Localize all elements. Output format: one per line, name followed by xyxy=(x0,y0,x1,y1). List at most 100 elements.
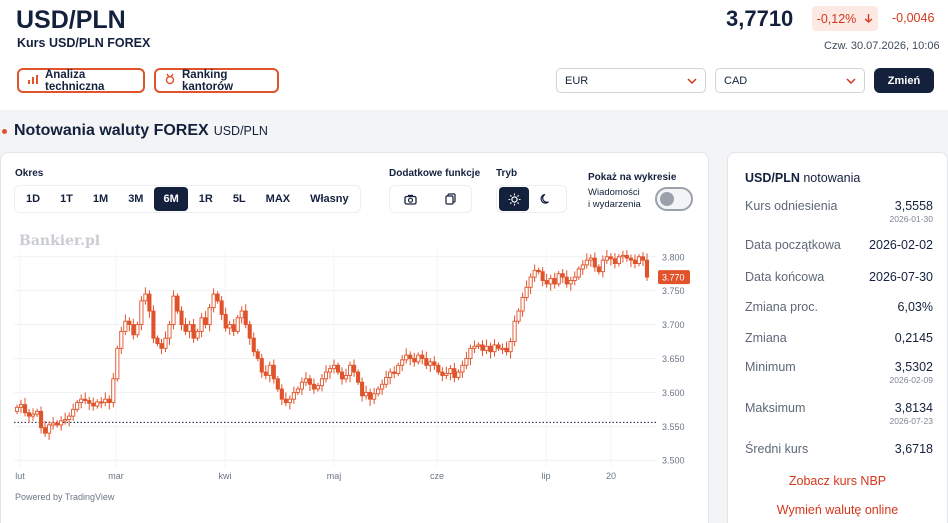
candle-body xyxy=(472,345,477,349)
candle-body xyxy=(18,404,24,408)
section-title: Notowania waluty FOREX USD/PLN xyxy=(0,122,268,140)
candle-body xyxy=(335,364,341,373)
candle-body xyxy=(392,371,397,374)
y-tick-label: 3.550 xyxy=(662,422,685,432)
candle-body xyxy=(432,361,437,366)
candle-body xyxy=(67,415,72,420)
candle-body xyxy=(283,398,288,404)
price-chart[interactable]: 3.800 3.750 3.700 3.650 3.600 3.550 3.500 3.770… xyxy=(0,250,709,482)
candle-body xyxy=(364,391,369,397)
exchange-online-link[interactable]: Wymień walutę online xyxy=(727,503,948,517)
moon-icon[interactable] xyxy=(531,187,561,211)
powered-by-tradingview: Powered by TradingView xyxy=(15,492,115,502)
candle-body xyxy=(564,276,569,285)
summary-value-change-pct: 6,03% xyxy=(897,300,933,314)
candle-body xyxy=(616,256,621,265)
candle-body xyxy=(299,381,304,390)
candle-body xyxy=(612,258,617,265)
summary-title-pair: USD/PLN xyxy=(745,171,800,185)
candle-body xyxy=(644,259,650,278)
camera-icon[interactable] xyxy=(392,187,430,211)
candle-body xyxy=(139,300,144,326)
currency-to-select[interactable]: CAD xyxy=(715,68,865,93)
currency-from-select[interactable]: EUR xyxy=(556,68,706,93)
bullet-dot xyxy=(2,128,7,134)
ranking-icon xyxy=(164,73,176,88)
candle-body xyxy=(484,345,489,351)
period-3m[interactable]: 3M xyxy=(119,187,152,211)
copy-icon[interactable] xyxy=(432,187,470,211)
candle-body xyxy=(159,343,164,349)
candle-body xyxy=(568,280,573,285)
candle-body xyxy=(636,256,642,265)
change-percent-badge: -0,12% xyxy=(812,6,878,31)
period-1m[interactable]: 1M xyxy=(84,187,117,211)
candle-body xyxy=(131,324,136,336)
change-absolute: -0,0046 xyxy=(892,11,935,25)
candle-body xyxy=(59,420,64,426)
summary-label-change-pct: Zmiana proc. xyxy=(745,300,818,314)
currency-from-value: EUR xyxy=(565,74,589,87)
x-tick-label: kwi xyxy=(219,471,232,481)
candle-body xyxy=(584,259,589,266)
summary-value-minimum: 3,5302 xyxy=(894,360,933,374)
news-events-toggle[interactable] xyxy=(655,187,693,211)
candle-body xyxy=(331,364,337,370)
candle-body xyxy=(71,408,76,417)
candle-body xyxy=(608,256,613,260)
candle-body xyxy=(500,347,505,350)
show-on-chart-label: Pokaż na wykresie xyxy=(588,172,677,183)
candle-body xyxy=(632,259,637,265)
exchange-ranking-button[interactable]: Ranking kantorów xyxy=(154,68,279,93)
candle-body xyxy=(163,337,168,349)
candle-body xyxy=(396,364,401,374)
nbp-rate-link[interactable]: Zobacz kurs NBP xyxy=(727,474,948,488)
candle-body xyxy=(452,368,457,378)
candle-body xyxy=(492,344,497,353)
summary-value-start-date: 2026-02-02 xyxy=(869,238,933,252)
candle-body xyxy=(187,324,192,332)
candle-body xyxy=(179,310,184,326)
candle-body xyxy=(588,257,593,261)
candle-body xyxy=(596,266,601,273)
candle-body xyxy=(512,320,517,342)
candle-body xyxy=(79,398,84,404)
sun-icon[interactable] xyxy=(499,187,529,211)
summary-title-suffix: notowania xyxy=(803,171,861,185)
period-1r[interactable]: 1R xyxy=(190,187,222,211)
candle-body xyxy=(279,388,284,400)
summary-date-reference: 2026-01-30 xyxy=(889,214,933,224)
candle-body xyxy=(420,354,425,359)
candle-body xyxy=(348,364,353,376)
change-currency-button[interactable]: Zmień xyxy=(874,68,934,93)
news-label-line2: i wydarzenia xyxy=(588,199,641,210)
candle-body xyxy=(352,364,357,373)
period-custom[interactable]: Własny xyxy=(301,187,358,211)
page-title: USD/PLN xyxy=(16,6,126,34)
candle-body xyxy=(315,385,320,390)
candle-body xyxy=(191,324,196,339)
candle-body xyxy=(323,371,329,380)
candle-body xyxy=(536,269,541,273)
period-5l[interactable]: 5L xyxy=(224,187,255,211)
period-label: Okres xyxy=(15,168,44,179)
quote-datetime: Czw. 30.07.2026, 10:06 xyxy=(824,40,940,52)
currency-to-value: CAD xyxy=(724,74,748,87)
candle-body xyxy=(195,330,200,339)
candle-body xyxy=(368,391,373,400)
candle-body xyxy=(360,381,365,397)
candle-body xyxy=(143,293,148,302)
period-6m[interactable]: 6M xyxy=(154,187,188,211)
candle-body xyxy=(624,254,629,259)
period-1t[interactable]: 1T xyxy=(51,187,82,211)
candle-body xyxy=(95,401,100,407)
candle-body xyxy=(448,368,453,374)
period-1d[interactable]: 1D xyxy=(17,187,49,211)
candle-body xyxy=(263,371,268,376)
candle-body xyxy=(311,383,316,390)
period-max[interactable]: MAX xyxy=(257,187,299,211)
candle-body xyxy=(111,378,116,404)
summary-value-maximum: 3,8134 xyxy=(894,401,933,415)
bar-chart-icon xyxy=(27,74,39,88)
technical-analysis-button[interactable]: Analiza techniczna xyxy=(17,68,145,93)
